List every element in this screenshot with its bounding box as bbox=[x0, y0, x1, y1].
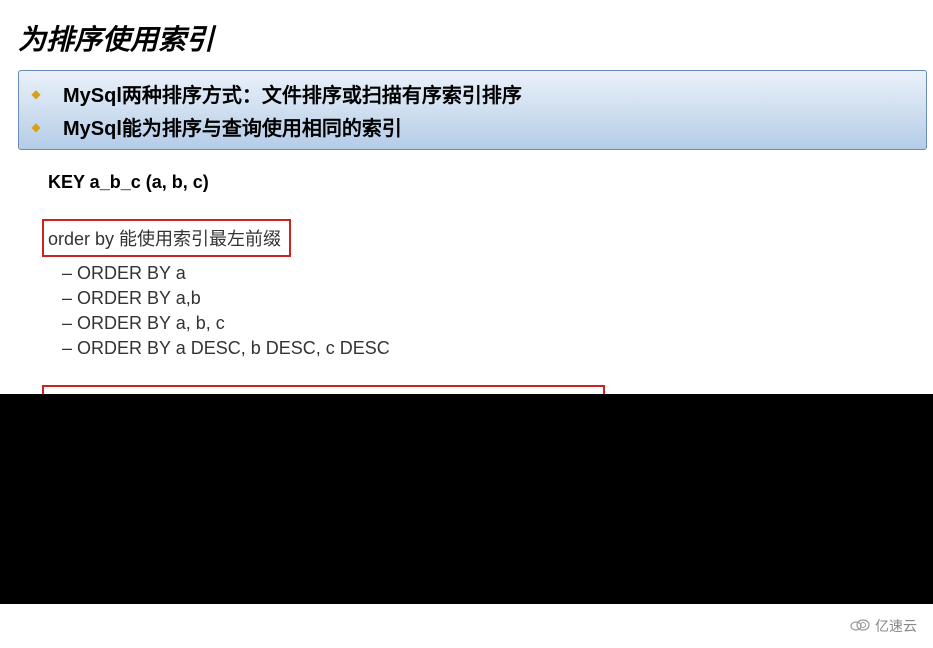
black-overlay bbox=[0, 394, 933, 604]
example-line: – ORDER BY a,b bbox=[48, 286, 933, 311]
cloud-icon bbox=[849, 616, 871, 637]
bullet-text-2: MySql能为排序与查询使用相同的索引 bbox=[63, 112, 402, 141]
bullet-icon: ◆ bbox=[29, 88, 43, 100]
example-line: – ORDER BY a DESC, b DESC, c DESC bbox=[48, 336, 933, 361]
watermark: 亿速云 bbox=[833, 604, 933, 648]
section-heading-1: order by 能使用索引最左前缀 bbox=[42, 219, 291, 257]
key-definition: KEY a_b_c (a, b, c) bbox=[48, 172, 933, 193]
bullet-icon: ◆ bbox=[29, 121, 43, 133]
page-title: 为排序使用索引 bbox=[0, 0, 933, 66]
example-line: – ORDER BY a bbox=[48, 261, 933, 286]
summary-box: ◆ MySql两种排序方式：文件排序或扫描有序索引排序 ◆ MySql能为排序与… bbox=[18, 70, 927, 150]
example-line: – ORDER BY a, b, c bbox=[48, 311, 933, 336]
bullet-row: ◆ MySql能为排序与查询使用相同的索引 bbox=[29, 110, 916, 143]
bullet-text-1: MySql两种排序方式：文件排序或扫描有序索引排序 bbox=[63, 79, 522, 108]
bullet-row: ◆ MySql两种排序方式：文件排序或扫描有序索引排序 bbox=[29, 77, 916, 110]
watermark-text: 亿速云 bbox=[875, 616, 917, 636]
